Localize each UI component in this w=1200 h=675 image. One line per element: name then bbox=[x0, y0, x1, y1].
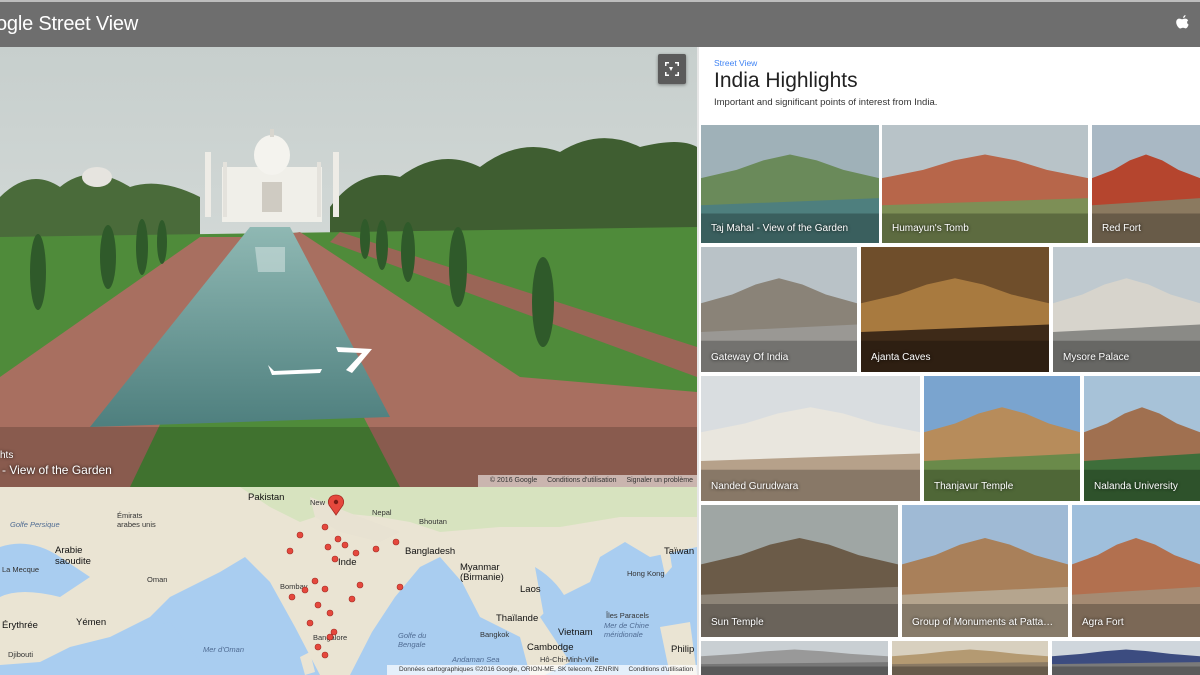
breadcrumb[interactable]: Street View bbox=[714, 58, 757, 68]
apple-icon[interactable] bbox=[1174, 14, 1190, 34]
tile-6[interactable]: Mysore Palace bbox=[1053, 247, 1200, 372]
map-label-bangladesh: Bangladesh bbox=[405, 546, 456, 557]
map-label-hong-kong: Hong Kong bbox=[627, 569, 665, 578]
tile-13[interactable] bbox=[701, 641, 888, 675]
tile-label: Taj Mahal - View of the Garden bbox=[711, 223, 849, 234]
map-label-andaman: Andaman Sea bbox=[452, 655, 500, 664]
map-label-ho-chi: Hô-Chi-Minh-Ville bbox=[540, 655, 599, 664]
map-label-bangkok: Bangkok bbox=[480, 630, 510, 639]
map-label-emirats: Émirats arabes unis bbox=[117, 511, 156, 529]
expand-icon bbox=[665, 62, 679, 76]
tile-1[interactable]: Taj Mahal - View of the Garden bbox=[701, 125, 879, 243]
tile-11[interactable]: Group of Monuments at Patta… bbox=[902, 505, 1068, 637]
tile-8[interactable]: Thanjavur Temple bbox=[924, 376, 1080, 501]
map-label-bhoutan: Bhoutan bbox=[419, 517, 447, 526]
map-attribution: Données cartographiques ©2016 Google, OR… bbox=[398, 666, 619, 673]
tile-label: Sun Temple bbox=[711, 617, 764, 628]
tile-thumbnail bbox=[701, 641, 888, 675]
tile-label: Humayun's Tomb bbox=[892, 223, 969, 234]
map-label-thailande: Thaïlande bbox=[496, 613, 539, 624]
tile-14[interactable] bbox=[892, 641, 1048, 675]
pano-caption-title: - View of the Garden bbox=[2, 463, 112, 477]
map-view[interactable]: Pakistan New Nepal Bhoutan Golfe Persiqu… bbox=[0, 487, 697, 675]
pano-caption-collection: hts bbox=[0, 450, 14, 461]
map-label-myanmar: Myanmar (Birmanie) bbox=[460, 562, 504, 583]
map-land[interactable] bbox=[0, 487, 697, 675]
map-label-philip: Philip bbox=[671, 644, 695, 655]
tile-label: Thanjavur Temple bbox=[934, 481, 1014, 492]
map-label-pakistan: Pakistan bbox=[248, 492, 285, 503]
top-bar: ogle Street View bbox=[0, 0, 1200, 47]
map-label-djibouti: Djibouti bbox=[8, 650, 34, 659]
tile-label: Gateway Of India bbox=[711, 352, 789, 363]
map-label-mer-chine: Mer de Chine méridionale bbox=[604, 621, 650, 639]
tile-label: Mysore Palace bbox=[1063, 352, 1130, 363]
map-label-paracels: Îles Paracels bbox=[606, 611, 649, 620]
tile-5[interactable]: Ajanta Caves bbox=[861, 247, 1049, 372]
map-label-nepal: Nepal bbox=[372, 508, 392, 517]
tile-3[interactable]: Red Fort bbox=[1092, 125, 1200, 243]
map-label-mecque: La Mecque bbox=[2, 565, 40, 574]
page-title: India Highlights bbox=[714, 69, 858, 92]
map-terms-link[interactable]: Conditions d'utilisation bbox=[629, 666, 693, 673]
street-view-panorama[interactable]: hts - View of the Garden © 2016 Google C… bbox=[0, 47, 697, 487]
map-label-new-delhi: New bbox=[310, 498, 326, 507]
map-label-laos: Laos bbox=[520, 584, 541, 595]
pano-report-link[interactable]: Signaler un problème bbox=[626, 477, 693, 484]
map-label-bombay: Bombay bbox=[280, 582, 308, 591]
map-label-arabie: Arabie saoudite bbox=[55, 545, 91, 567]
map-label-golfe-persique: Golfe Persique bbox=[10, 520, 60, 529]
map-label-cambodge: Cambodge bbox=[527, 642, 574, 653]
map-label-bangalore: Bangalore bbox=[313, 633, 348, 642]
map-label-yemen: Yémen bbox=[76, 617, 107, 628]
pano-copyright: © 2016 Google bbox=[489, 477, 538, 484]
tile-label: Ajanta Caves bbox=[871, 352, 931, 363]
map-label-inde: Inde bbox=[338, 557, 357, 568]
tile-label: Group of Monuments at Patta… bbox=[912, 617, 1054, 628]
map-footer: Données cartographiques ©2016 Google, OR… bbox=[386, 665, 697, 675]
tile-label: Agra Fort bbox=[1082, 617, 1124, 628]
tile-12[interactable]: Agra Fort bbox=[1072, 505, 1200, 637]
tile-label: Nanded Gurudwara bbox=[711, 481, 799, 492]
tile-7[interactable]: Nanded Gurudwara bbox=[701, 376, 920, 501]
panorama-image[interactable] bbox=[0, 47, 697, 487]
map-label-oman: Oman bbox=[147, 575, 168, 584]
expand-button[interactable] bbox=[658, 54, 686, 84]
tile-label: Red Fort bbox=[1102, 223, 1141, 234]
map-label-golfe-bengale: Golfe du Bengale bbox=[398, 631, 427, 649]
tile-thumbnail bbox=[892, 641, 1048, 675]
tile-10[interactable]: Sun Temple bbox=[701, 505, 898, 637]
map-label-vietnam: Vietnam bbox=[558, 627, 593, 638]
tile-2[interactable]: Humayun's Tomb bbox=[882, 125, 1088, 243]
page-subtitle: Important and significant points of inte… bbox=[714, 97, 938, 108]
map-label-erythree: Érythrée bbox=[2, 620, 38, 631]
pano-footer: © 2016 Google Conditions d'utilisation S… bbox=[477, 475, 697, 487]
map-label-mer-oman: Mer d'Oman bbox=[203, 645, 245, 654]
tile-label: Nalanda University bbox=[1094, 481, 1178, 492]
collection-panel: Street View India Highlights Important a… bbox=[699, 47, 1200, 675]
tile-thumbnail bbox=[1052, 641, 1200, 675]
pano-terms-link[interactable]: Conditions d'utilisation bbox=[547, 477, 616, 484]
tile-9[interactable]: Nalanda University bbox=[1084, 376, 1200, 501]
map-label-taiwan: Taïwan bbox=[664, 546, 695, 557]
tile-15[interactable] bbox=[1052, 641, 1200, 675]
app-title: ogle Street View bbox=[0, 13, 139, 35]
tile-4[interactable]: Gateway Of India bbox=[701, 247, 857, 372]
